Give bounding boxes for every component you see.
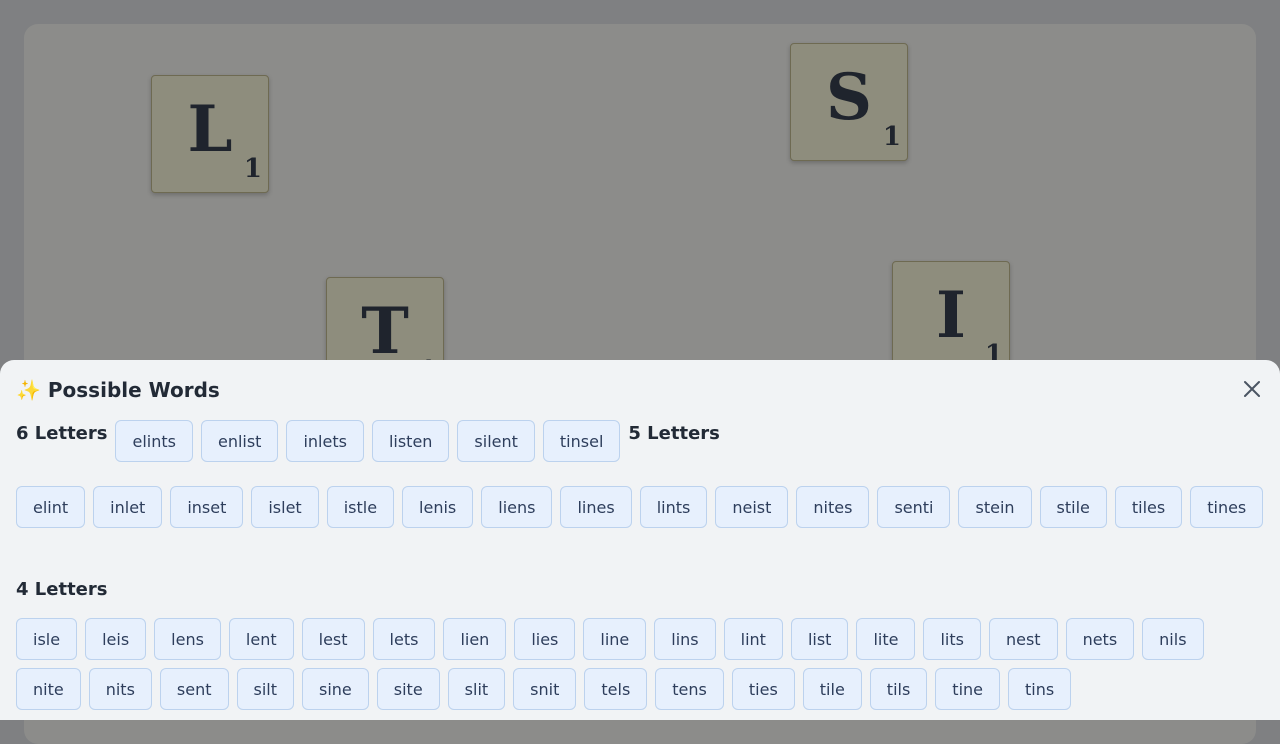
word-chip[interactable]: liens	[481, 486, 553, 528]
word-chip[interactable]: stein	[958, 486, 1032, 528]
letter-tile[interactable]: S 1	[790, 43, 908, 161]
word-chip[interactable]: nits	[88, 668, 152, 710]
word-chip[interactable]: lies	[514, 618, 576, 660]
tile-letter: L	[187, 92, 233, 167]
word-chip[interactable]: sent	[159, 668, 229, 710]
word-chip[interactable]: tine	[935, 668, 1000, 710]
group-label: 5 Letters	[628, 423, 720, 444]
word-chip[interactable]: senti	[877, 486, 951, 528]
word-chip[interactable]: lits	[923, 618, 981, 660]
word-chip[interactable]: site	[376, 668, 440, 710]
word-chip[interactable]: tils	[869, 668, 928, 710]
word-chip[interactable]: tinsel	[542, 420, 621, 462]
word-chip[interactable]: nite	[16, 668, 81, 710]
tile-score: 1	[243, 154, 262, 184]
word-chip[interactable]: slit	[447, 668, 506, 710]
word-chip[interactable]: lens	[154, 618, 221, 660]
tile-score: 1	[882, 122, 901, 152]
word-chip[interactable]: lest	[301, 618, 365, 660]
word-chip[interactable]: silent	[457, 420, 535, 462]
word-chip[interactable]: tens	[655, 668, 724, 710]
word-chip[interactable]: silt	[236, 668, 294, 710]
word-chip[interactable]: stile	[1039, 486, 1107, 528]
word-chip[interactable]: list	[790, 618, 849, 660]
word-chip[interactable]: inlets	[286, 420, 364, 462]
word-chip[interactable]: tins	[1008, 668, 1072, 710]
word-chip[interactable]: lins	[654, 618, 716, 660]
possible-words-panel: ✨ Possible Words 6 Letters elints enlist i…	[0, 360, 1280, 720]
word-chip[interactable]: lets	[372, 618, 436, 660]
word-chip[interactable]: tile	[802, 668, 862, 710]
word-chip[interactable]: nets	[1065, 618, 1135, 660]
word-chip[interactable]: islet	[251, 486, 319, 528]
word-chip[interactable]: nils	[1142, 618, 1204, 660]
sparkles-icon: ✨	[16, 378, 41, 402]
word-chip[interactable]: neist	[715, 486, 789, 528]
word-chip[interactable]: lines	[560, 486, 632, 528]
tile-letter: T	[361, 294, 409, 369]
letter-tile[interactable]: L 1	[151, 75, 269, 193]
word-chip[interactable]: lenis	[402, 486, 474, 528]
word-chip[interactable]: lien	[443, 618, 507, 660]
panel-title: ✨ Possible Words	[16, 378, 220, 402]
word-chip[interactable]: nest	[988, 618, 1058, 660]
word-group-6-letters: 6 Letters elints enlist inlets listen silent…	[16, 420, 1280, 486]
word-chip[interactable]: isle	[16, 618, 78, 660]
close-button[interactable]	[1242, 379, 1262, 399]
group-label: 4 Letters	[16, 579, 108, 600]
word-chip[interactable]: tines	[1190, 486, 1264, 528]
word-chip[interactable]: sine	[302, 668, 369, 710]
words-area: 6 Letters elints enlist inlets listen silent…	[16, 420, 1280, 718]
panel-title-text: Possible Words	[47, 378, 220, 402]
tile-letter: S	[825, 60, 873, 135]
word-chip[interactable]: snit	[513, 668, 577, 710]
word-chip[interactable]: ties	[731, 668, 795, 710]
word-chip[interactable]: istle	[326, 486, 395, 528]
word-chip[interactable]: leis	[85, 618, 147, 660]
word-group-4-letters: isle leis lens lent lest lets lien lies line lins…	[16, 618, 1280, 718]
word-chip[interactable]: line	[583, 618, 647, 660]
word-chip[interactable]: lite	[856, 618, 916, 660]
word-chip[interactable]: listen	[371, 420, 450, 462]
tile-letter: I	[936, 278, 966, 353]
close-icon	[1244, 381, 1260, 397]
word-chip[interactable]: lent	[228, 618, 294, 660]
word-chip[interactable]: inlet	[93, 486, 163, 528]
word-chip[interactable]: tels	[584, 668, 648, 710]
word-chip[interactable]: lints	[639, 486, 708, 528]
word-chip[interactable]: elint	[16, 486, 86, 528]
word-chip[interactable]: enlist	[200, 420, 279, 462]
word-chip[interactable]: elints	[115, 420, 193, 462]
word-group-5-letters: elint inlet inset islet istle lenis liens lines…	[16, 486, 1280, 536]
word-chip[interactable]: lint	[723, 618, 783, 660]
group-label: 6 Letters	[16, 423, 108, 444]
word-chip[interactable]: nites	[796, 486, 870, 528]
word-chip[interactable]: tiles	[1114, 486, 1183, 528]
word-chip[interactable]: inset	[170, 486, 244, 528]
